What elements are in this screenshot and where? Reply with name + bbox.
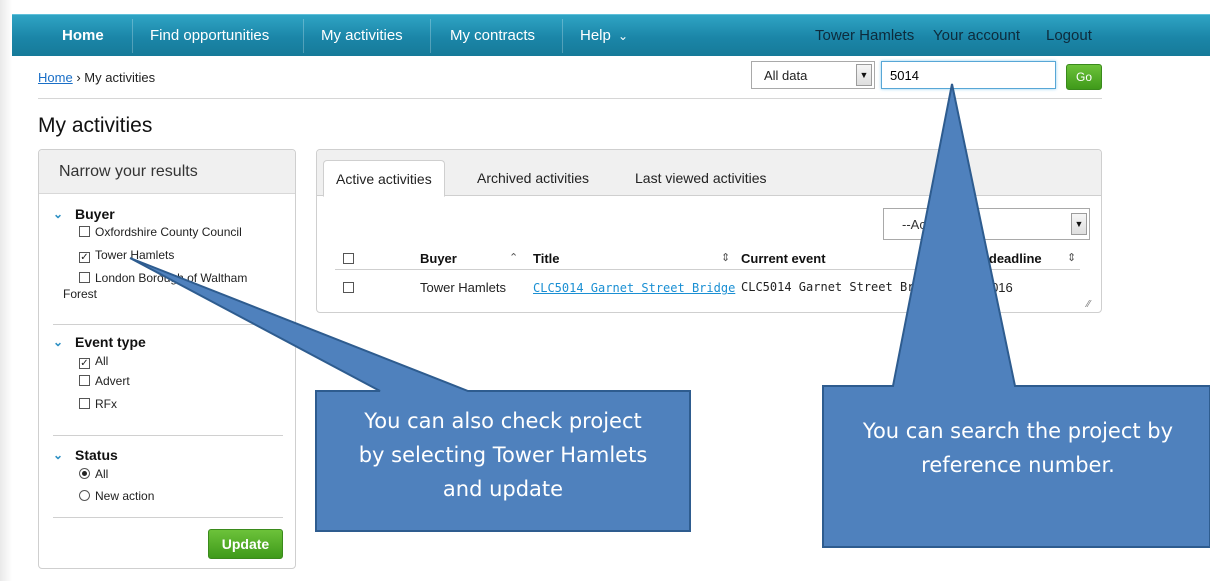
callout-line: reference number.	[921, 453, 1115, 477]
left-callout-text: You can also check project by selecting …	[318, 404, 688, 506]
callout-line: You can search the project by	[862, 419, 1174, 443]
callout-line: and update	[442, 477, 564, 501]
right-callout-text: You can search the project by reference …	[826, 414, 1210, 482]
callout-line: You can also check project	[364, 409, 642, 433]
callout-line: by selecting Tower Hamlets	[358, 443, 648, 467]
